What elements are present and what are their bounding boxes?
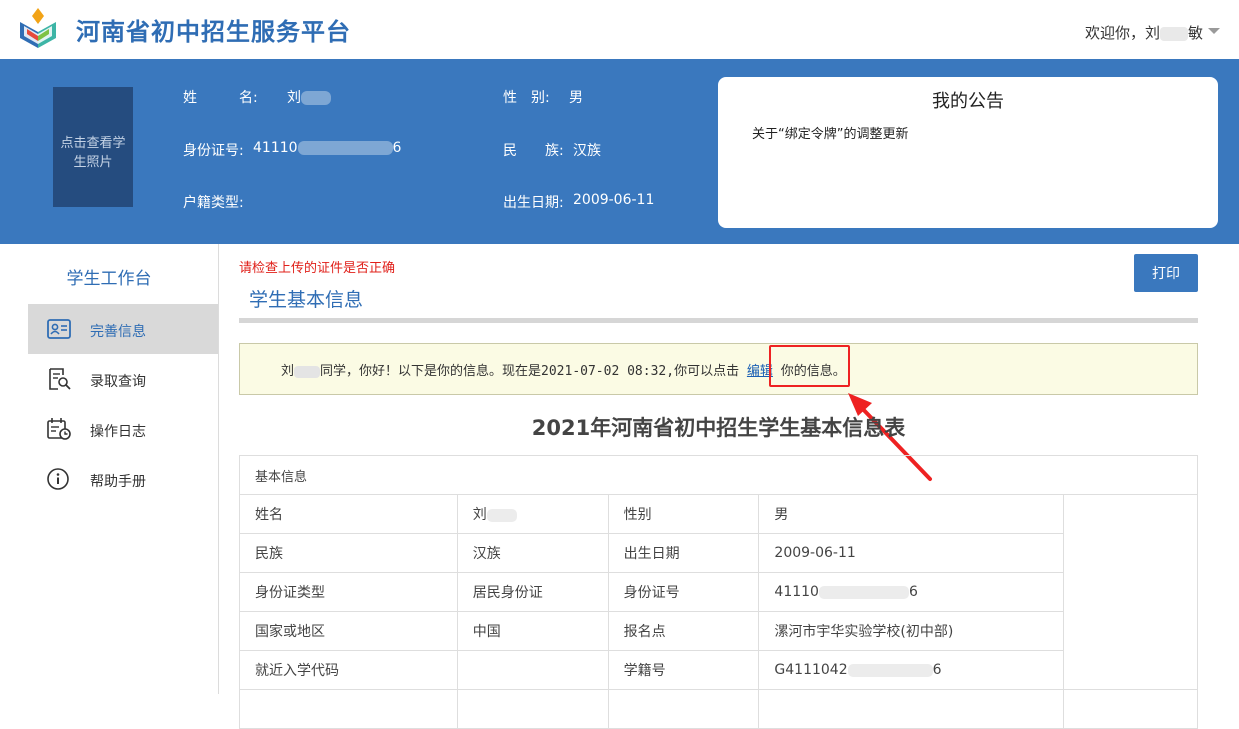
household-type-label: 户籍类型: xyxy=(183,195,244,211)
print-button[interactable]: 打印 xyxy=(1134,254,1198,292)
gender-value: 男 xyxy=(569,90,583,106)
name-value: 刘 xyxy=(287,87,331,107)
student-profile-banner: 点击查看学生照片 姓 名: 刘 性 别: 男 身份证号: 41110 6 民 族:… xyxy=(0,59,1239,244)
tip-text: 刘同学，你好！以下是你的信息。现在是2021-07-02 08:32,你可以点击… xyxy=(281,364,846,379)
table-cell: 性别 xyxy=(607,494,760,534)
table-row: 身份证类型 居民身份证 身份证号 41110 6 xyxy=(239,572,1198,612)
welcome-name: 刘 xyxy=(1144,24,1160,42)
table-cell: 漯河市宇华实验学校(初中部) xyxy=(758,611,1065,651)
sidebar-item-label: 完善信息 xyxy=(90,324,146,340)
table-row: 国家或地区 中国 报名点 漯河市宇华实验学校(初中部) xyxy=(239,611,1198,651)
table-cell: 41110 6 xyxy=(758,572,1065,612)
table-cell xyxy=(758,689,1065,729)
sidebar-item-admission-query[interactable]: 录取查询 xyxy=(28,354,218,404)
table-cell xyxy=(456,689,609,729)
table-cell: 就近入学代码 xyxy=(239,650,458,690)
sidebar-item-operation-log[interactable]: 操作日志 xyxy=(28,404,218,454)
gender-label: 性 别: xyxy=(503,90,550,106)
logo-icon xyxy=(20,8,56,48)
section-title: 学生基本信息 xyxy=(249,289,364,311)
welcome-prefix: 欢迎你， xyxy=(1084,24,1145,42)
info-icon xyxy=(47,468,69,490)
table-cell: 身份证类型 xyxy=(239,572,458,612)
birth-date-value: 2009-06-11 xyxy=(573,192,655,208)
table-cell: 刘 xyxy=(456,494,609,534)
table-cell: 姓名 xyxy=(239,494,458,534)
sidebar-item-help-manual[interactable]: 帮助手册 xyxy=(28,454,218,504)
table-cell: 2009-06-11 xyxy=(758,533,1065,573)
welcome-user-menu[interactable]: 欢迎你，刘 敏 xyxy=(1085,22,1203,43)
ethnicity-value: 汉族 xyxy=(573,143,601,159)
photo-cell xyxy=(1063,494,1198,690)
table-cell xyxy=(456,650,609,690)
table-cell: G4111042 6 xyxy=(758,650,1065,690)
redacted-name xyxy=(1159,26,1188,41)
info-tip-box: 刘同学，你好！以下是你的信息。现在是2021-07-02 08:32,你可以点击… xyxy=(239,343,1198,395)
table-cell: 男 xyxy=(758,494,1065,534)
name-label: 姓 名: xyxy=(183,90,258,106)
birth-date-label: 出生日期: xyxy=(503,195,564,211)
table-row: 民族 汉族 出生日期 2009-06-11 xyxy=(239,533,1198,573)
sidebar-item-label: 操作日志 xyxy=(90,424,146,440)
table-cell: 报名点 xyxy=(607,611,760,651)
table-row: 就近入学代码 学籍号 G4111042 6 xyxy=(239,650,1198,690)
table-cell: 中国 xyxy=(456,611,609,651)
table-cell: 身份证号 xyxy=(607,572,760,612)
document-search-icon xyxy=(49,368,71,390)
student-photo-button[interactable]: 点击查看学生照片 xyxy=(53,87,133,207)
basic-info-table: 基本信息 姓名 刘 性别 男 民族 汉族 出生日期 2009-06-11 身份证… xyxy=(239,455,1198,729)
table-cell xyxy=(607,689,760,729)
ethnicity-label: 民 族: xyxy=(503,143,564,159)
top-bar: 河南省初中招生服务平台 欢迎你，刘 敏 xyxy=(0,0,1239,59)
sidebar-item-label: 录取查询 xyxy=(90,374,146,390)
table-group-header: 基本信息 xyxy=(239,455,1198,495)
table-row: 姓名 刘 性别 男 xyxy=(239,494,1198,690)
table-cell: 出生日期 xyxy=(607,533,760,573)
notice-title: 我的公告 xyxy=(932,91,1004,112)
table-cell: 汉族 xyxy=(456,533,609,573)
table-cell: 民族 xyxy=(239,533,458,573)
table-cell: 学籍号 xyxy=(607,650,760,690)
sidebar-item-complete-info[interactable]: 完善信息 xyxy=(28,304,218,354)
sidebar: 学生工作台 完善信息 录取查询 操作日志 帮助手册 xyxy=(0,244,219,694)
edit-link[interactable]: 编辑 xyxy=(747,364,773,379)
table-cell xyxy=(239,689,458,729)
table-cell xyxy=(1063,689,1198,729)
upload-warning: 请检查上传的证件是否正确 xyxy=(239,261,396,276)
sidebar-item-label: 帮助手册 xyxy=(90,474,146,490)
table-cell: 国家或地区 xyxy=(239,611,458,651)
sidebar-title: 学生工作台 xyxy=(66,269,152,289)
notice-item[interactable]: 关于“绑定令牌”的调整更新 xyxy=(752,123,908,142)
id-card-icon xyxy=(47,319,71,339)
notice-panel: 我的公告 关于“绑定令牌”的调整更新 xyxy=(718,77,1218,228)
table-row xyxy=(239,689,1198,729)
chevron-down-icon[interactable] xyxy=(1208,28,1220,34)
id-number-value: 41110 6 xyxy=(253,140,402,156)
table-cell: 居民身份证 xyxy=(456,572,609,612)
calendar-clock-icon xyxy=(47,418,71,440)
welcome-name-tail: 敏 xyxy=(1187,24,1203,42)
section-divider xyxy=(239,318,1198,323)
id-number-label: 身份证号: xyxy=(183,143,244,159)
table-title: 2021年河南省初中招生学生基本信息表 xyxy=(531,416,906,440)
table-group-title: 基本信息 xyxy=(239,455,1198,495)
site-title: 河南省初中招生服务平台 xyxy=(76,18,351,46)
